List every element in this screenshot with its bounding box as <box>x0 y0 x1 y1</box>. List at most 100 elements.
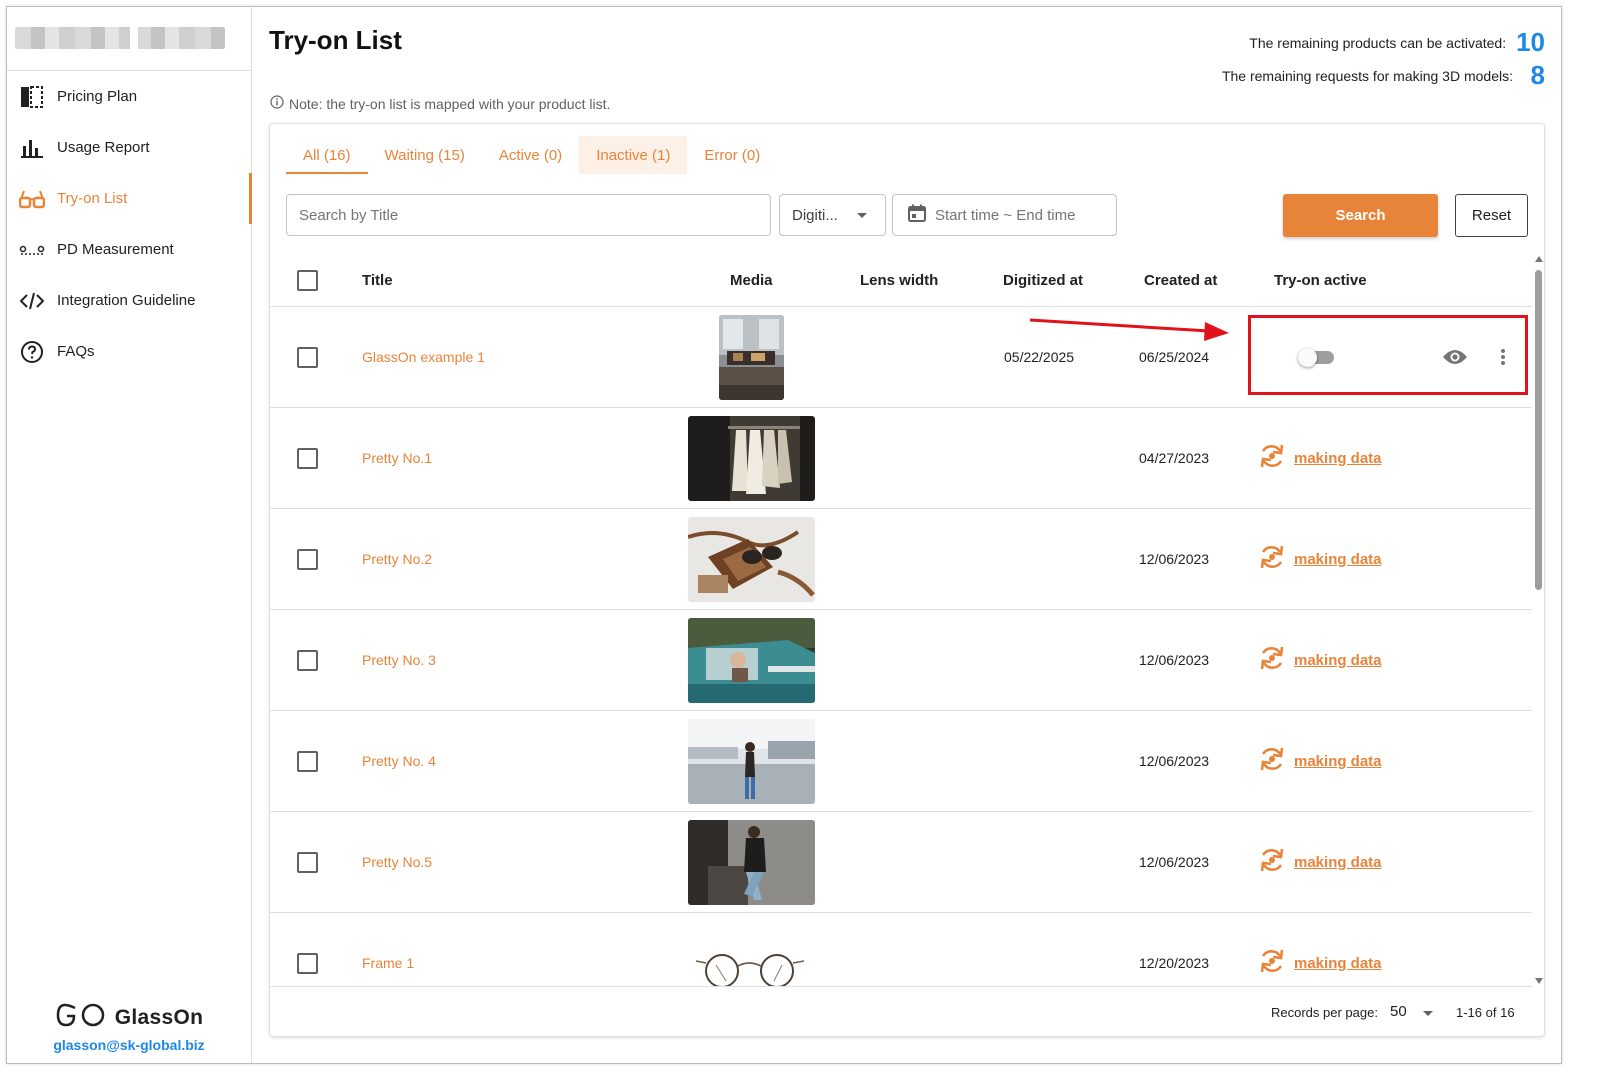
date-range-picker[interactable]: Start time ~ End time <box>892 194 1117 236</box>
row-title-link[interactable]: Frame 1 <box>362 913 414 986</box>
making-data-link[interactable]: making data <box>1294 854 1382 871</box>
sidebar-item-usage-report[interactable]: Usage Report <box>7 122 251 173</box>
sync-icon <box>1258 644 1286 677</box>
row-checkbox[interactable] <box>297 549 318 570</box>
sidebar-item-pd-measurement[interactable]: PD Measurement <box>7 224 251 275</box>
making-data-link[interactable]: making data <box>1294 955 1382 972</box>
support-email[interactable]: glasson@sk-global.biz <box>7 1037 251 1053</box>
column-digitized-at: Digitized at <box>1003 272 1084 289</box>
row-title-link[interactable]: Pretty No.2 <box>362 509 432 609</box>
table-body: GlassOn example 1 05/22/2025 06/25/2024 <box>270 307 1532 986</box>
table-row: Pretty No.2 12/06/2023 making data <box>270 509 1532 610</box>
created-date: 04/27/2023 <box>1139 450 1210 466</box>
making-data-link[interactable]: making data <box>1294 450 1382 467</box>
media-thumbnail[interactable] <box>688 921 815 986</box>
chevron-down-icon[interactable] <box>1423 1011 1433 1016</box>
row-checkbox[interactable] <box>297 448 318 469</box>
created-date: 12/20/2023 <box>1139 955 1210 971</box>
table-row: Pretty No.1 04/27/2023 making data <box>270 408 1532 509</box>
making-data-link[interactable]: making data <box>1294 753 1382 770</box>
table-header: Title Media Lens width Digitized at Crea… <box>270 254 1532 307</box>
making-data-link[interactable]: making data <box>1294 551 1382 568</box>
sidebar-item-label: Usage Report <box>57 139 150 156</box>
column-created-at: Created at <box>1144 272 1218 289</box>
tab-active[interactable]: Active (0) <box>482 136 579 174</box>
sync-icon <box>1258 745 1286 778</box>
media-thumbnail[interactable] <box>719 315 784 400</box>
making-data-link[interactable]: making data <box>1294 652 1382 669</box>
select-value: Digiti... <box>792 206 838 224</box>
pagination-bar: Records per page: 50 1-16 of 16 <box>270 986 1532 1036</box>
created-date: 12/06/2023 <box>1139 551 1210 567</box>
search-input[interactable] <box>286 194 771 236</box>
row-checkbox[interactable] <box>297 347 318 368</box>
sync-icon <box>1258 543 1286 576</box>
sidebar-item-pricing-plan[interactable]: Pricing Plan <box>7 71 251 122</box>
info-icon <box>270 95 284 112</box>
scroll-up-icon[interactable] <box>1535 256 1543 262</box>
app-window: Pricing Plan Usage Report Try-on List PD… <box>6 6 1562 1064</box>
making-data-status: making data <box>1258 509 1382 609</box>
column-lens-width: Lens width <box>860 272 939 289</box>
row-checkbox[interactable] <box>297 953 318 974</box>
tab-all[interactable]: All (16) <box>286 136 368 174</box>
sync-icon <box>1258 947 1286 980</box>
making-data-status: making data <box>1258 610 1382 710</box>
created-date: 06/25/2024 <box>1139 349 1210 365</box>
table-scrollbar[interactable] <box>1532 254 1544 986</box>
scrollbar-thumb[interactable] <box>1535 270 1542 590</box>
media-thumbnail[interactable] <box>688 820 815 905</box>
row-title-link[interactable]: Pretty No.5 <box>362 812 432 912</box>
row-checkbox[interactable] <box>297 650 318 671</box>
note: Note: the try-on list is mapped with you… <box>270 95 610 112</box>
calendar-icon <box>907 203 927 227</box>
table-row: Pretty No.5 12/06/2023 making data <box>270 812 1532 913</box>
digitized-select[interactable]: Digiti... <box>779 194 886 236</box>
glasson-logo-icon <box>55 1002 107 1033</box>
row-checkbox[interactable] <box>297 751 318 772</box>
table-row: Frame 1 12/20/2023 making data <box>270 913 1532 986</box>
select-all-checkbox[interactable] <box>297 270 318 291</box>
sidebar-item-faqs[interactable]: FAQs <box>7 326 251 377</box>
scroll-down-icon[interactable] <box>1535 978 1543 984</box>
media-thumbnail[interactable] <box>688 618 815 703</box>
sidebar-item-integration-guideline[interactable]: Integration Guideline <box>7 275 251 326</box>
note-text: Note: the try-on list is mapped with you… <box>289 95 611 112</box>
row-checkbox[interactable] <box>297 852 318 873</box>
tab-inactive[interactable]: Inactive (1) <box>579 136 688 174</box>
page-title: Try-on List <box>269 25 402 55</box>
sidebar-item-try-on-list[interactable]: Try-on List <box>7 173 252 224</box>
quota-products-label: The remaining products can be activated: <box>1249 34 1507 51</box>
records-per-page-select[interactable]: 50 <box>1390 1003 1407 1020</box>
page-range: 1-16 of 16 <box>1456 1005 1515 1020</box>
pricing-plan-icon <box>19 84 45 110</box>
media-thumbnail[interactable] <box>688 416 815 501</box>
sidebar-nav: Pricing Plan Usage Report Try-on List PD… <box>7 71 252 377</box>
column-tryon-active: Try-on active <box>1274 272 1367 289</box>
row-title-link[interactable]: Pretty No.1 <box>362 408 432 508</box>
tab-error[interactable]: Error (0) <box>687 136 777 174</box>
row-title-link[interactable]: Pretty No. 4 <box>362 711 436 811</box>
reset-button[interactable]: Reset <box>1455 194 1528 237</box>
sidebar-item-label: Integration Guideline <box>57 292 196 309</box>
making-data-status: making data <box>1258 711 1382 811</box>
logo-text: GlassOn <box>114 1005 204 1029</box>
sidebar: Pricing Plan Usage Report Try-on List PD… <box>7 7 252 1063</box>
table-row: Pretty No. 4 12/06/2023 making data <box>270 711 1532 812</box>
tryon-active-toggle[interactable] <box>1298 348 1336 367</box>
media-thumbnail[interactable] <box>688 517 815 602</box>
tab-waiting[interactable]: Waiting (15) <box>368 136 482 174</box>
search-button[interactable]: Search <box>1283 194 1438 237</box>
more-vert-icon[interactable] <box>1500 348 1506 371</box>
making-data-status: making data <box>1258 408 1382 508</box>
quota-requests-label: The remaining requests for making 3D mod… <box>1221 67 1513 84</box>
eye-icon[interactable] <box>1442 348 1468 371</box>
row-title-link[interactable]: Pretty No. 3 <box>362 610 436 710</box>
status-tabs: All (16) Waiting (15) Active (0) Inactiv… <box>286 136 777 174</box>
sidebar-item-label: Pricing Plan <box>57 88 138 105</box>
table-row: Pretty No. 3 12/06/2023 making data <box>270 610 1532 711</box>
row-title-link[interactable]: GlassOn example 1 <box>362 307 485 407</box>
question-icon <box>19 339 45 365</box>
making-data-status: making data <box>1258 913 1382 986</box>
media-thumbnail[interactable] <box>688 719 815 804</box>
